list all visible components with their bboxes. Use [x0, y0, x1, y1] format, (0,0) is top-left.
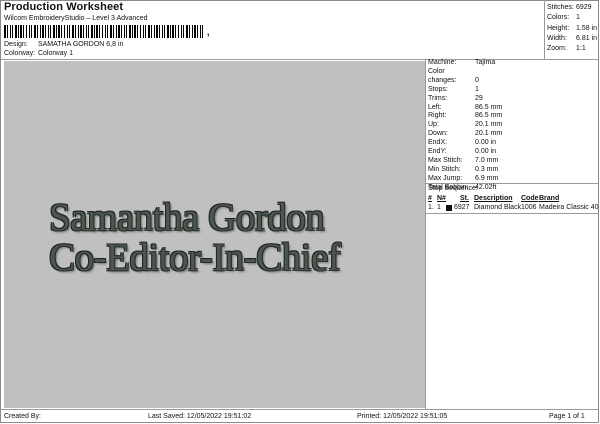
info-row: Color changes: 0 — [428, 67, 479, 84]
footer-created-by: Created By: — [4, 413, 41, 420]
stat-colors: Colors: 1 — [547, 14, 580, 22]
panel-divider — [425, 59, 426, 409]
info-row: Up: 20.1 mm — [428, 121, 503, 129]
info-row: Left: 86.5 mm — [428, 103, 503, 111]
stop-sequence-label: Stop Sequence: — [428, 185, 478, 192]
colorway-value: Colorway 1 — [37, 50, 73, 57]
header-divider — [0, 59, 599, 60]
info-row: Max Jump: 6.9 mm — [428, 174, 499, 182]
design-value: SAMATHA GORDON 6,8 in — [37, 41, 124, 48]
info-row: Max Stitch: 7.0 mm — [428, 156, 499, 164]
page-title: Production Worksheet — [4, 1, 124, 13]
stat-stitches: Stitches: 6929 — [547, 4, 592, 11]
footer-page: Page 1 of 1 — [549, 413, 585, 420]
barcode-suffix: , — [207, 27, 210, 37]
info-row: Right: 86.5 mm — [428, 112, 503, 120]
info-row: EndX: 0.00 in — [428, 139, 497, 147]
design-label: Design: — [4, 41, 28, 48]
stat-width: Width: 6.81 in — [547, 34, 598, 42]
footer-divider — [0, 409, 599, 410]
info-row: Machine: Tajima — [428, 59, 496, 66]
design-row: Design: SAMATHA GORDON 6,8 in — [4, 41, 123, 48]
design-line-2: Co-Editor-In-Chief — [49, 236, 341, 279]
stats-divider — [544, 0, 545, 59]
barcode — [4, 25, 203, 38]
machine-info: Machine: Tajima Color changes: 0 Stops: 1 T… — [428, 59, 502, 193]
stat-height: Height: 1.58 in — [547, 24, 598, 32]
info-row: Min Stitch: 0.3 mm — [428, 165, 499, 173]
design-preview: Samantha Gordon Co-Editor-In-Chief — [4, 61, 425, 408]
footer-printed: Printed: 12/05/2022 19:51:05 — [357, 413, 448, 420]
stop-table-divider — [425, 213, 599, 214]
stat-zoom: Zoom: 1:1 — [547, 45, 586, 53]
info-row: Trims: 29 — [428, 94, 483, 102]
info-row: Stops: 1 — [428, 85, 479, 93]
thread-color-swatch — [446, 205, 452, 211]
colorway-row: Colorway: Colorway 1 — [4, 50, 73, 57]
design-line-1: Samantha Gordon — [49, 196, 325, 239]
info-row: Down: 20.1 mm — [428, 130, 503, 138]
software-subtitle: Wilcom EmbroideryStudio – Level 3 Advanc… — [4, 15, 148, 22]
footer-last-saved: Last Saved: 12/05/2022 19:51:02 — [148, 413, 252, 420]
stats-panel: Stitches: 6929 Colors: 1 Height: 1.58 in Wi… — [547, 3, 597, 54]
info-row: EndY: 0.00 in — [428, 148, 497, 156]
colorway-label: Colorway: — [4, 50, 36, 57]
